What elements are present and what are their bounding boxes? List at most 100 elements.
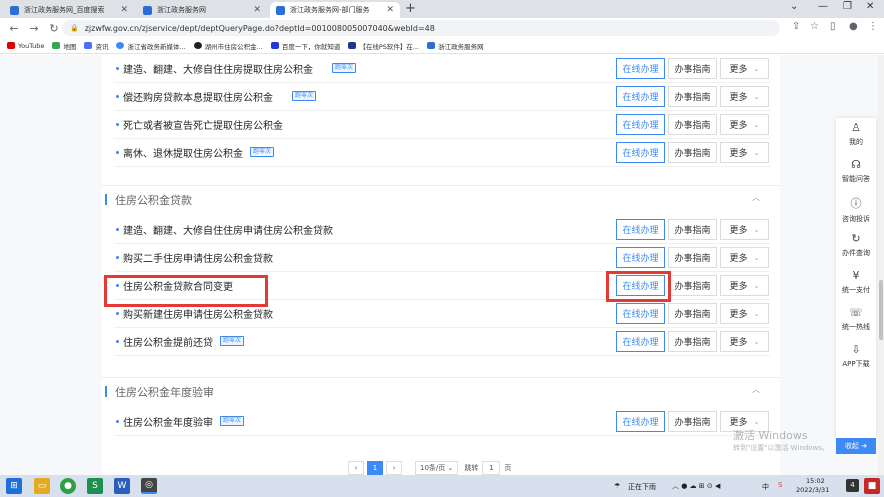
goto-page-input[interactable]: 1 [482, 461, 501, 475]
online-handle-button[interactable]: 在线办理 [616, 331, 665, 352]
more-button[interactable]: 更多 ⌄ [720, 142, 769, 163]
item-title[interactable]: 死亡或者被宣告死亡提取住房公积金 [123, 117, 283, 132]
page-button-current[interactable]: 1 [367, 461, 383, 475]
online-handle-button[interactable]: 在线办理 [616, 58, 665, 79]
guide-button[interactable]: 办事指南 [668, 142, 717, 163]
bookmark-online-ps[interactable]: 【在线PS软件】在... [348, 41, 419, 51]
bookmark-zjzwfw[interactable]: 浙江政务服务网 [427, 41, 484, 51]
tab-dept-service[interactable]: 浙江政务服务网-部门服务 ✕ [270, 2, 400, 18]
profile-icon[interactable]: ● [849, 21, 858, 32]
spreadsheet-app-icon[interactable]: S [87, 478, 103, 494]
online-handle-button[interactable]: 在线办理 [616, 411, 665, 432]
side-panel-icon[interactable]: ▯ [830, 21, 836, 32]
reload-icon[interactable]: ↻ [48, 22, 60, 35]
online-handle-button[interactable]: 在线办理 [616, 247, 665, 268]
item-title[interactable]: 建造、翻建、大修自住住房申请住房公积金贷款 [123, 222, 333, 237]
close-icon[interactable]: ✕ [120, 5, 128, 15]
more-button[interactable]: 更多 ⌄ [720, 219, 769, 240]
item-title[interactable]: 建造、翻建、大修自住住房提取住房公积金 [123, 61, 313, 76]
weather-text[interactable]: 正在下雨 [628, 482, 656, 492]
close-window-button[interactable]: ✕ [866, 1, 874, 12]
chevron-up-icon[interactable]: ︿ [752, 192, 760, 203]
bookmark-baidu[interactable]: 百度一下，你就知道 [270, 41, 340, 51]
more-button[interactable]: 更多 ⌄ [720, 275, 769, 296]
sidebar-item-payment[interactable]: ¥ 统一支付 [836, 266, 876, 302]
item-title[interactable]: 离休、退休提取住房公积金 [123, 145, 243, 160]
more-button[interactable]: 更多 ⌄ [720, 331, 769, 352]
sidebar-item-progress[interactable]: ↻ 办件查询 [836, 229, 876, 265]
page-favicon-icon [143, 5, 152, 15]
online-handle-button[interactable]: 在线办理 [616, 86, 665, 107]
sidebar-item-my[interactable]: ♙ 我的 [836, 118, 876, 154]
item-title[interactable]: 购买新建住房申请住房公积金贷款 [123, 306, 273, 321]
collapse-sidebar-button[interactable]: 收起 ➔ [836, 438, 876, 454]
notification-badge[interactable]: 4 [846, 479, 859, 492]
new-tab-button[interactable]: + [405, 1, 416, 16]
item-title[interactable]: 偿还购房贷款本息提取住房公积金 [123, 89, 273, 104]
section-header-loans[interactable]: 住房公积金贷款 ︿ [102, 185, 780, 211]
bookmark-zj-media[interactable]: 浙江省政务新媒体... [116, 41, 186, 51]
more-button[interactable]: 更多 ⌄ [720, 303, 769, 324]
page-scrollbar[interactable] [878, 55, 884, 475]
share-icon[interactable]: ⇪ [792, 21, 800, 32]
guide-button[interactable]: 办事指南 [668, 331, 717, 352]
online-handle-button[interactable]: 在线办理 [616, 142, 665, 163]
url-field[interactable]: 🔒 zjzwfw.gov.cn/zjservice/dept/deptQuery… [62, 20, 780, 36]
back-icon[interactable]: ← [8, 22, 20, 35]
prev-page-button[interactable]: ‹ [348, 461, 364, 475]
guide-button[interactable]: 办事指南 [668, 219, 717, 240]
chrome-taskbar-icon[interactable]: ◎ [141, 478, 157, 494]
tab-search-icon[interactable]: ⌄ [790, 1, 798, 12]
close-icon[interactable]: ✕ [386, 5, 394, 15]
item-title[interactable]: 住房公积金年度验审 [123, 414, 213, 429]
bookmark-youtube[interactable]: YouTube [7, 42, 44, 50]
sidebar-item-qa[interactable]: ☊ 智能问答 [836, 155, 876, 191]
sidebar-item-consult[interactable]: ⓘ 咨询投诉 [836, 192, 876, 228]
app-tray-icon[interactable]: ■ [864, 478, 880, 494]
minimize-button[interactable]: — [818, 1, 828, 12]
restore-button[interactable]: ❐ [843, 1, 852, 12]
clock-date[interactable]: 2022/3/31 [796, 486, 829, 494]
guide-button[interactable]: 办事指南 [668, 411, 717, 432]
online-handle-button[interactable]: 在线办理 [616, 219, 665, 240]
guide-button[interactable]: 办事指南 [668, 275, 717, 296]
file-explorer-icon[interactable]: ▭ [34, 478, 50, 494]
sidebar-item-app[interactable]: ⇩ APP下载 [836, 340, 876, 376]
online-handle-button[interactable]: 在线办理 [616, 114, 665, 135]
page-size-select[interactable]: 10条/页 ⌄ [415, 461, 459, 475]
guide-button[interactable]: 办事指南 [668, 247, 717, 268]
section-header-annual-audit[interactable]: 住房公积金年度验审 ︿ [102, 377, 780, 403]
bookmark-star-icon[interactable]: ☆ [810, 21, 819, 32]
bookmark-maps[interactable]: 地图 [52, 41, 76, 51]
clock-time[interactable]: 15:02 [806, 477, 825, 485]
more-button[interactable]: 更多 ⌄ [720, 58, 769, 79]
sidebar-item-hotline[interactable]: ☏ 统一热线 [836, 303, 876, 339]
more-button[interactable]: 更多 ⌄ [720, 247, 769, 268]
tab-zjzwfw[interactable]: 浙江政务服务网 ✕ [137, 2, 267, 18]
guide-button[interactable]: 办事指南 [668, 58, 717, 79]
online-handle-button[interactable]: 在线办理 [616, 303, 665, 324]
next-page-button[interactable]: › [386, 461, 402, 475]
scrollbar-thumb[interactable] [879, 280, 883, 340]
guide-button[interactable]: 办事指南 [668, 86, 717, 107]
bookmark-news[interactable]: 资讯 [84, 41, 108, 51]
weather-icon[interactable]: ☂ [614, 482, 620, 490]
more-button[interactable]: 更多 ⌄ [720, 86, 769, 107]
more-button[interactable]: 更多 ⌄ [720, 114, 769, 135]
browser-menu-icon[interactable]: ⋮ [868, 21, 878, 32]
windows-start-icon[interactable]: ⊞ [6, 478, 22, 494]
sogou-ime-icon[interactable]: S [778, 481, 782, 489]
item-title[interactable]: 购买二手住房申请住房公积金贷款 [123, 250, 273, 265]
close-icon[interactable]: ✕ [253, 5, 261, 15]
ime-indicator[interactable]: 中 [762, 482, 769, 492]
chevron-up-icon[interactable]: ︿ [752, 384, 760, 395]
guide-button[interactable]: 办事指南 [668, 114, 717, 135]
tray-icons[interactable]: ︿ ● ☁ ⊞ ⊙ ◀ [672, 481, 720, 491]
forward-icon[interactable]: → [28, 22, 40, 35]
guide-button[interactable]: 办事指南 [668, 303, 717, 324]
item-title[interactable]: 住房公积金提前还贷 [123, 334, 213, 349]
browser-taskbar-icon[interactable]: ● [60, 478, 76, 494]
bookmark-huzhou-fund[interactable]: 湖州市住房公积金... [193, 41, 263, 51]
word-app-icon[interactable]: W [114, 478, 130, 494]
tab-baidu-search[interactable]: 浙江政务服务网_百度搜索 ✕ [4, 2, 134, 18]
